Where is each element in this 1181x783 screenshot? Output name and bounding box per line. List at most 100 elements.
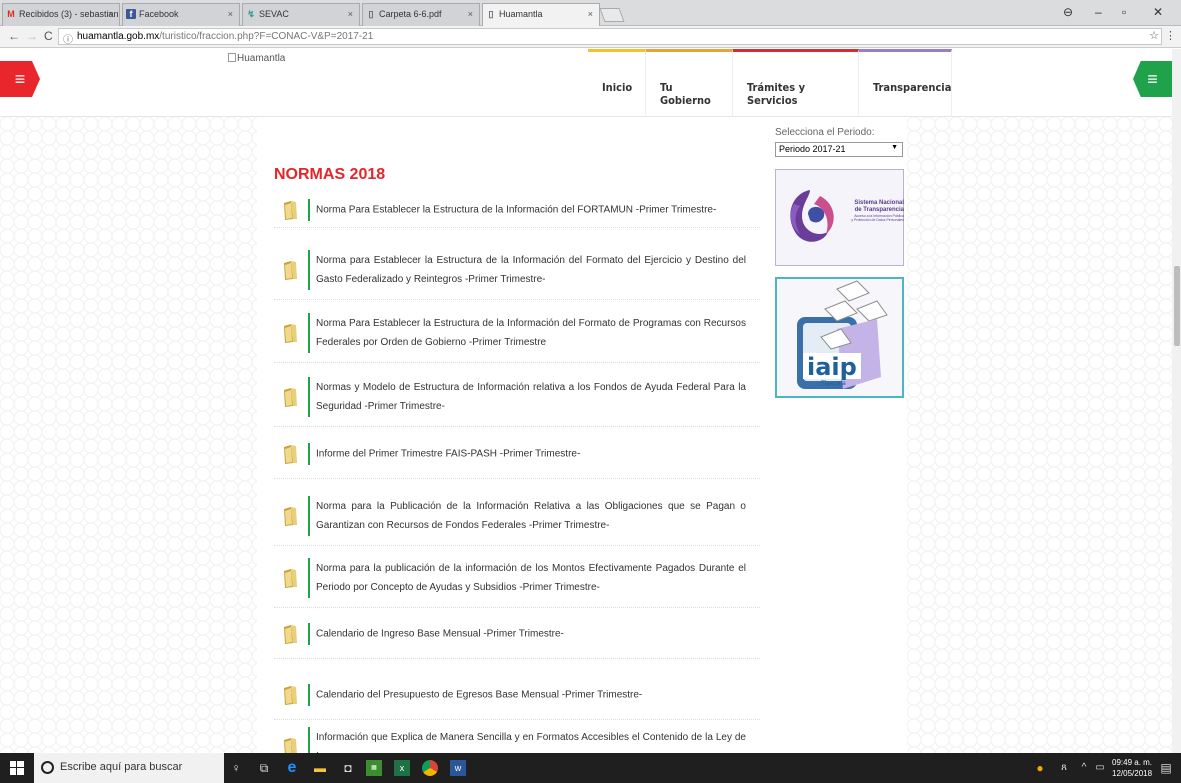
tab-gmail[interactable]: M Recibidos (3) - sebastian ×: [2, 3, 120, 26]
green-accent-bar: [308, 495, 310, 536]
document-link[interactable]: Información que Explica de Manera Sencil…: [316, 728, 746, 754]
document-icon: ▯: [488, 9, 494, 19]
nav-item-transparencia[interactable]: Transparencia: [859, 49, 952, 117]
task-view-icon[interactable]: ⧉: [254, 758, 274, 778]
tab-title: Huamantla: [499, 9, 543, 19]
nav-item-tramites[interactable]: Trámites y Servicios: [733, 49, 859, 117]
green-accent-bar: [308, 442, 310, 465]
minimize-icon[interactable]: –: [1095, 5, 1102, 19]
page-viewport: ≡ Huamantla Inicio Tu Gobierno Trámites …: [0, 49, 1172, 753]
close-window-icon[interactable]: ✕: [1153, 5, 1163, 19]
tab-title: Facebook: [139, 9, 179, 19]
word-icon[interactable]: w: [450, 760, 466, 776]
document-item[interactable]: Informe del Primer Trimestre FAIS-PASH -…: [274, 429, 760, 479]
edge-icon[interactable]: e: [282, 758, 302, 778]
iaip-subtext: Tlaxcala: [820, 380, 846, 387]
period-select[interactable]: Periodo 2017-21 ▼: [775, 142, 903, 157]
sevac-app-icon[interactable]: ▦: [366, 760, 382, 776]
tab-huamantla[interactable]: ▯ Huamantla ×: [482, 3, 600, 27]
snt-logo-icon: [790, 190, 834, 242]
info-icon[interactable]: ⓘ: [63, 31, 73, 46]
document-folder-icon: [284, 685, 297, 705]
file-explorer-icon[interactable]: ▬: [310, 758, 330, 778]
windows-start-icon[interactable]: [10, 761, 24, 775]
document-item[interactable]: Información que Explica de Manera Sencil…: [274, 722, 760, 753]
document-link[interactable]: Informe del Primer Trimestre FAIS-PASH -…: [316, 444, 746, 463]
document-folder-icon: [284, 200, 297, 220]
address-bar-row: ← → C ⓘ huamantla.gob.mx/turistico/fracc…: [0, 26, 1181, 48]
document-folder-icon: [284, 323, 297, 343]
url-field[interactable]: ⓘ huamantla.gob.mx/turistico/fraccion.ph…: [58, 28, 1162, 46]
document-folder-icon: [284, 444, 297, 464]
taskbar-search-box[interactable]: Escribe aquí para buscar: [34, 753, 224, 783]
document-link[interactable]: Calendario de Ingreso Base Mensual -Prim…: [316, 624, 746, 643]
green-accent-bar: [308, 557, 310, 598]
nav-label: Transparencia: [873, 81, 952, 94]
document-item[interactable]: Calendario de Ingreso Base Mensual -Prim…: [274, 609, 760, 659]
document-link[interactable]: Norma para Establecer la Estructura de l…: [316, 251, 746, 289]
document-link[interactable]: Norma para la publicación de la informac…: [316, 559, 746, 597]
reload-icon[interactable]: C: [44, 29, 53, 43]
sistema-nacional-transparencia-banner[interactable]: Sistema Nacional de Transparencia Acceso…: [775, 169, 904, 266]
tab-facebook[interactable]: f Facebook ×: [122, 3, 240, 26]
document-folder-icon: [284, 506, 297, 526]
document-item[interactable]: Norma Para Establecer la Estructura de l…: [274, 192, 760, 228]
microphone-icon[interactable]: ♀: [226, 758, 246, 778]
page-scrollbar[interactable]: [1172, 49, 1181, 753]
taskbar-clock[interactable]: 09:49 a. m. 12/05/2018: [1112, 757, 1152, 779]
url-path: /turistico/fraccion.php?F=CONAC-V&P=2017…: [159, 31, 374, 42]
iaip-wordmark: iaip: [807, 353, 857, 381]
close-tab-icon[interactable]: ×: [468, 9, 473, 19]
document-item[interactable]: Calendario del Presupuesto de Egresos Ba…: [274, 670, 760, 720]
document-item[interactable]: Norma Para Establecer la Estructura de l…: [274, 303, 760, 363]
close-tab-icon[interactable]: ×: [588, 9, 593, 19]
bookmark-star-icon[interactable]: ☆: [1149, 29, 1159, 42]
chrome-icon[interactable]: [422, 760, 438, 776]
document-link[interactable]: Normas y Modelo de Estructura de Informa…: [316, 378, 746, 416]
close-tab-icon[interactable]: ×: [348, 9, 353, 19]
new-tab-button[interactable]: [599, 8, 625, 22]
right-menu-button[interactable]: ≡: [1133, 61, 1172, 97]
close-tab-icon[interactable]: ×: [108, 9, 113, 19]
document-link[interactable]: Norma para la Publicación de la Informac…: [316, 497, 746, 535]
network-icon[interactable]: ▭: [1090, 758, 1110, 778]
snt-text: Sistema Nacional de Transparencia Acceso…: [836, 200, 904, 222]
document-item[interactable]: Norma para la publicación de la informac…: [274, 548, 760, 608]
excel-icon[interactable]: x: [394, 760, 410, 776]
document-folder-icon: [284, 624, 297, 644]
site-logo[interactable]: Huamantla: [228, 53, 285, 64]
document-item[interactable]: Norma para Establecer la Estructura de l…: [274, 240, 760, 300]
period-value: Periodo 2017-21: [779, 144, 846, 154]
logo-alt-text: Huamantla: [237, 53, 286, 64]
profile-icon[interactable]: ⊖: [1063, 5, 1073, 19]
tab-sevac[interactable]: ↯ SEVAC ×: [242, 3, 360, 26]
close-tab-icon[interactable]: ×: [228, 9, 233, 19]
action-center-icon[interactable]: ▤: [1156, 758, 1176, 778]
browser-menu-icon[interactable]: ⋮: [1165, 29, 1176, 42]
tab-title: Carpeta 6-6.pdf: [379, 9, 442, 19]
nav-item-inicio[interactable]: Inicio: [588, 49, 646, 117]
scrollbar-thumb[interactable]: [1174, 266, 1180, 346]
nav-item-tu-gobierno[interactable]: Tu Gobierno: [646, 49, 733, 117]
clock-date: 12/05/2018: [1112, 769, 1153, 778]
maximize-icon[interactable]: ▫: [1122, 5, 1126, 19]
clock-time: 09:49 a. m.: [1112, 758, 1153, 767]
document-folder-icon: [284, 260, 297, 280]
document-folder-icon: [284, 737, 297, 753]
back-icon[interactable]: ←: [8, 29, 20, 43]
document-item[interactable]: Norma para la Publicación de la Informac…: [274, 486, 760, 546]
document-item[interactable]: Normas y Modelo de Estructura de Informa…: [274, 367, 760, 427]
left-menu-button[interactable]: ≡: [0, 61, 40, 97]
notification-app-icon[interactable]: ●: [1030, 758, 1050, 778]
document-link[interactable]: Norma Para Establecer la Estructura de l…: [316, 314, 746, 352]
background-pattern-left: [0, 117, 257, 753]
green-accent-bar: [308, 726, 310, 753]
document-link[interactable]: Norma Para Establecer la Estructura de l…: [316, 200, 746, 219]
iaip-tlaxcala-banner[interactable]: iaip Tlaxcala: [775, 277, 904, 398]
store-icon[interactable]: ◘: [338, 758, 358, 778]
facebook-icon: f: [126, 9, 136, 19]
tab-pdf[interactable]: ▯ Carpeta 6-6.pdf ×: [362, 3, 480, 26]
forward-icon[interactable]: →: [26, 29, 38, 43]
document-link[interactable]: Calendario del Presupuesto de Egresos Ba…: [316, 685, 746, 704]
people-icon[interactable]: ጸ: [1054, 758, 1074, 778]
